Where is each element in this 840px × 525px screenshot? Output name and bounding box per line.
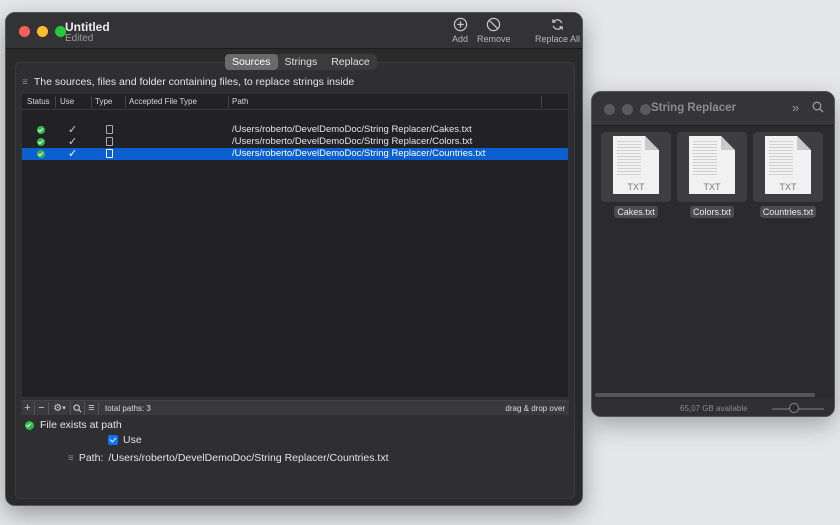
replace-all-button[interactable]: Replace All: [535, 17, 580, 44]
column-divider[interactable]: [228, 96, 229, 108]
description-text: The sources, files and folder containing…: [33, 76, 355, 88]
status-ok-icon: [25, 420, 34, 430]
main-window: Untitled Edited Add Remove Replace All S…: [5, 12, 583, 506]
minimize-button[interactable]: [37, 26, 48, 37]
file-name: Countries.txt: [759, 206, 817, 218]
search-icon[interactable]: [812, 101, 824, 113]
use-checkbox-row[interactable]: Use: [108, 434, 142, 446]
lines-icon: ≡: [22, 76, 28, 88]
finder-window-controls: [604, 104, 651, 115]
tab-replace[interactable]: Replace: [324, 54, 377, 70]
table-row[interactable]: ✓ /Users/roberto/DevelDemoDoc/String Rep…: [22, 124, 568, 136]
list-icon: ≡: [88, 402, 95, 414]
column-type[interactable]: Type: [95, 97, 112, 106]
plus-circle-icon: [453, 17, 467, 32]
status-ok-icon: [37, 126, 45, 134]
finder-title-bar: String Replacer »: [592, 92, 834, 126]
table-footer: + − ⚙ ▾ ≡ total paths: 3 drag & drop over: [21, 400, 569, 415]
table-header: Status Use Type Accepted File Type Path: [22, 94, 568, 110]
remove-button[interactable]: Remove: [477, 17, 511, 44]
finder-title: String Replacer: [651, 102, 736, 114]
file-name: Cakes.txt: [614, 206, 658, 218]
prohibited-icon: [487, 17, 501, 32]
path-detail: ≡ Path: /Users/roberto/DevelDemoDoc/Stri…: [68, 452, 388, 464]
window-controls: [19, 26, 66, 37]
window-subtitle: Edited: [65, 33, 94, 44]
file-exists-text: File exists at path: [40, 419, 122, 431]
total-paths: total paths: 3: [105, 403, 151, 413]
column-path[interactable]: Path: [232, 97, 248, 106]
file-extension: TXT: [779, 182, 797, 192]
file-name: Colors.txt: [689, 206, 734, 218]
file-extension: TXT: [627, 182, 645, 192]
status-ok-icon: [37, 150, 45, 158]
path-cell: /Users/roberto/DevelDemoDoc/String Repla…: [232, 124, 472, 135]
txt-file-icon: TXT: [753, 132, 823, 202]
column-divider[interactable]: [541, 96, 542, 108]
chevron-right-double-icon[interactable]: »: [792, 100, 799, 115]
file-item-colors[interactable]: TXT Colors.txt: [677, 132, 747, 218]
table-row[interactable]: ✓ /Users/roberto/DevelDemoDoc/String Rep…: [22, 136, 568, 148]
table-row-selected[interactable]: ✓ /Users/roberto/DevelDemoDoc/String Rep…: [22, 148, 568, 160]
icon-size-slider-knob[interactable]: [789, 403, 799, 413]
finder-window: String Replacer » TXT Cakes.txt TXT Colo…: [591, 91, 835, 417]
finder-minimize-button[interactable]: [622, 104, 633, 115]
column-divider[interactable]: [125, 96, 126, 108]
path-value[interactable]: /Users/roberto/DevelDemoDoc/String Repla…: [108, 452, 388, 464]
column-use[interactable]: Use: [60, 97, 74, 106]
tab-strings[interactable]: Strings: [278, 54, 325, 70]
file-extension: TXT: [703, 182, 721, 192]
sources-description: ≡ The sources, files and folder containi…: [22, 76, 354, 88]
sources-table: Status Use Type Accepted File Type Path …: [21, 93, 569, 398]
column-accepted-file-type[interactable]: Accepted File Type: [129, 97, 197, 106]
add-button[interactable]: Add: [452, 17, 468, 44]
window-title: Untitled: [65, 20, 110, 34]
file-item-countries[interactable]: TXT Countries.txt: [753, 132, 823, 218]
add-label: Add: [452, 34, 469, 44]
column-divider[interactable]: [55, 96, 56, 108]
file-icon: [106, 137, 113, 146]
tab-bar: Sources Strings Replace: [225, 54, 377, 70]
search-button[interactable]: [71, 401, 85, 415]
search-icon: [73, 403, 82, 412]
remove-label: Remove: [477, 34, 511, 44]
list-options-button[interactable]: ≡: [85, 401, 99, 415]
file-icon: [106, 149, 113, 158]
status-ok-icon: [37, 138, 45, 146]
horizontal-scrollbar[interactable]: [595, 393, 815, 397]
replace-all-label: Replace All: [535, 34, 581, 44]
column-divider[interactable]: [91, 96, 92, 108]
add-row-button[interactable]: +: [21, 401, 35, 415]
refresh-icon: [552, 19, 563, 30]
title-bar: Untitled Edited Add Remove Replace All: [6, 13, 582, 49]
checkmark-icon[interactable]: ✓: [68, 137, 77, 148]
txt-file-icon: TXT: [601, 132, 671, 202]
drag-drop-hint: drag & drop over: [505, 403, 565, 413]
finder-close-button[interactable]: [604, 104, 615, 115]
path-cell: /Users/roberto/DevelDemoDoc/String Repla…: [232, 148, 486, 159]
column-status[interactable]: Status: [27, 97, 50, 106]
finder-zoom-button[interactable]: [640, 104, 651, 115]
use-label: Use: [123, 434, 142, 446]
file-icon: [106, 125, 113, 134]
path-cell: /Users/roberto/DevelDemoDoc/String Repla…: [232, 136, 473, 147]
gear-menu-button[interactable]: ⚙ ▾: [49, 401, 71, 415]
txt-file-icon: TXT: [677, 132, 747, 202]
checkmark-icon[interactable]: ✓: [68, 125, 77, 136]
use-checkbox[interactable]: [108, 435, 118, 445]
lines-icon: ≡: [68, 452, 74, 464]
checkmark-icon[interactable]: ✓: [68, 149, 77, 160]
path-label: Path:: [78, 452, 104, 464]
close-button[interactable]: [19, 26, 30, 37]
chevron-down-icon: ▾: [62, 405, 66, 412]
file-item-cakes[interactable]: TXT Cakes.txt: [601, 132, 671, 218]
available-space: 65,07 GB available: [680, 404, 748, 413]
file-exists-status: File exists at path: [25, 419, 122, 431]
remove-row-button[interactable]: −: [35, 401, 49, 415]
gear-icon: ⚙: [53, 402, 63, 414]
tab-sources[interactable]: Sources: [225, 54, 278, 70]
